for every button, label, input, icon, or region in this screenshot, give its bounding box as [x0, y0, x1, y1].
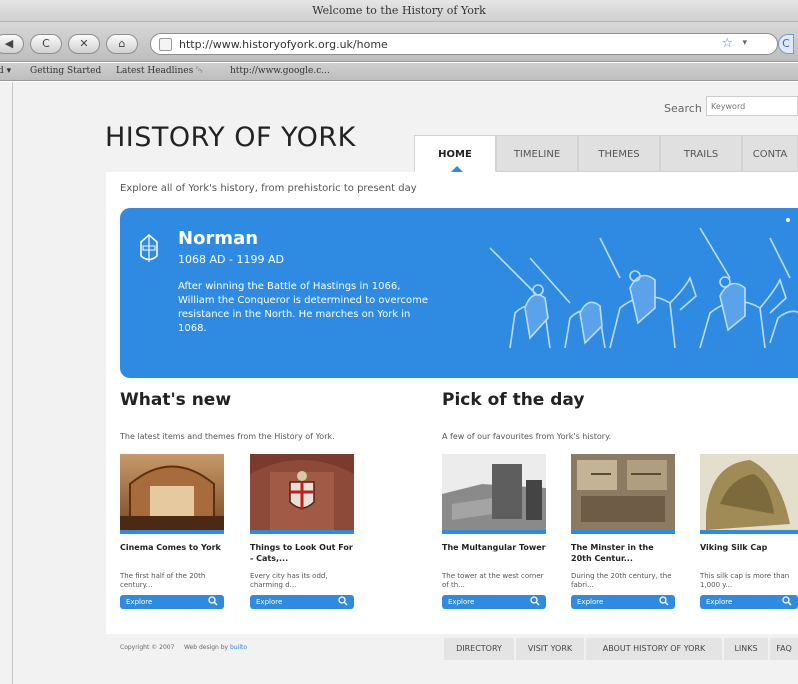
- explore-button[interactable]: Explore: [700, 595, 798, 609]
- stop-button[interactable]: ✕: [68, 34, 100, 54]
- search-engine-button[interactable]: C: [778, 34, 794, 54]
- helmet-icon: [140, 234, 158, 262]
- card-cinema[interactable]: Cinema Comes to York The first half of t…: [120, 454, 224, 609]
- search-input[interactable]: [706, 96, 798, 116]
- home-button[interactable]: ⌂: [106, 34, 138, 54]
- hero-era-title: Norman: [178, 228, 259, 249]
- card-title[interactable]: Viking Silk Cap: [700, 542, 798, 568]
- magnifier-icon: [782, 596, 792, 606]
- card-cats[interactable]: Things to Look Out For - Cats,... Every …: [250, 454, 354, 609]
- card-viking-silk-cap[interactable]: Viking Silk Cap This silk cap is more th…: [700, 454, 798, 609]
- whats-new-title: What's new: [120, 390, 232, 410]
- explore-label: Explore: [126, 598, 153, 606]
- thumbnail-accent-bar: [700, 530, 798, 534]
- pick-of-day-title: Pick of the day: [442, 390, 585, 410]
- web-design-text: Web design by: [183, 644, 229, 651]
- copyright-text: Copyright © 2007: [120, 644, 175, 651]
- chevron-down-icon[interactable]: ▾: [742, 38, 747, 48]
- browser-toolbar: ◀ C ✕ ⌂ http://www.historyofyork.org.uk/…: [0, 22, 798, 62]
- footer-link-visit-york[interactable]: VISIT YORK: [516, 638, 584, 660]
- tab-label: HOME: [438, 149, 472, 160]
- footer-link-about[interactable]: ABOUT HISTORY OF YORK: [586, 638, 722, 660]
- bookmark-star-icon[interactable]: ☆: [721, 36, 733, 51]
- hero-banner[interactable]: Norman 1068 AD - 1199 AD After winning t…: [120, 208, 798, 378]
- minster-image: [571, 454, 675, 530]
- window-edge-divider: [12, 82, 13, 684]
- hero-description: After winning the Battle of Hastings in …: [178, 281, 429, 334]
- explore-button[interactable]: Explore: [571, 595, 675, 609]
- card-title[interactable]: The Multangular Tower: [442, 542, 546, 568]
- window-titlebar: Welcome to the History of York: [0, 0, 798, 22]
- magnifier-icon: [208, 596, 218, 606]
- page-icon: [159, 38, 172, 51]
- thumbnail-accent-bar: [571, 530, 675, 534]
- card-minster[interactable]: The Minster in the 20th Centur... During…: [571, 454, 675, 609]
- card-description: The first half of the 20th century...: [120, 572, 206, 589]
- minster-thumbnail: [571, 454, 675, 530]
- crest-image: [250, 460, 354, 530]
- tab-contact[interactable]: CONTA: [742, 135, 798, 172]
- bookmarks-bar: d ▾ Getting Started Latest Headlines ␄ h…: [0, 63, 798, 81]
- thumbnail-accent-bar: [442, 530, 546, 534]
- card-description: This silk cap is more than 1,000 y...: [700, 572, 790, 589]
- tower-image: [442, 454, 546, 530]
- tab-themes[interactable]: THEMES: [578, 135, 660, 172]
- magnifier-icon: [659, 596, 669, 606]
- tab-trails[interactable]: TRAILS: [660, 135, 742, 172]
- cats-thumbnail: [250, 454, 354, 530]
- card-description: The tower at the west corner of th...: [442, 572, 544, 589]
- silk-cap-image: [700, 454, 798, 530]
- bookmark-google[interactable]: http://www.google.c...: [230, 66, 330, 76]
- cinema-image: [120, 465, 224, 530]
- site-logo[interactable]: HISTORY OF YORK: [105, 122, 356, 153]
- cinema-thumbnail: [120, 454, 224, 530]
- web-page: Search HISTORY OF YORK HOME TIMELINE THE…: [0, 82, 798, 684]
- tab-timeline[interactable]: TIMELINE: [496, 135, 578, 172]
- address-bar[interactable]: http://www.historyofyork.org.uk/home ☆ ▾: [150, 33, 778, 55]
- search-label: Search: [664, 102, 702, 115]
- bookmark-getting-started[interactable]: Getting Started: [30, 66, 101, 76]
- card-description: During the 20th century, the fabri...: [571, 572, 672, 589]
- card-title[interactable]: Things to Look Out For - Cats,...: [250, 542, 354, 568]
- footer-link-links[interactable]: LINKS: [724, 638, 768, 660]
- card-title[interactable]: The Minster in the 20th Centur...: [571, 542, 675, 568]
- explore-label: Explore: [577, 598, 604, 606]
- explore-label: Explore: [706, 598, 733, 606]
- thumbnail-accent-bar: [120, 530, 224, 534]
- copyright-line: Copyright © 2007 Web design by builto: [120, 644, 247, 651]
- explore-label: Explore: [448, 598, 475, 606]
- hero-dates: 1068 AD - 1199 AD: [178, 253, 284, 266]
- site-footer: Copyright © 2007 Web design by builto DI…: [0, 634, 798, 684]
- magnifier-icon: [530, 596, 540, 606]
- carousel-dot[interactable]: [786, 218, 790, 222]
- back-button[interactable]: ◀: [0, 34, 24, 54]
- window-title: Welcome to the History of York: [312, 4, 486, 17]
- card-description: Every city has its odd, charming d...: [250, 572, 328, 589]
- card-multangular-tower[interactable]: The Multangular Tower The tower at the w…: [442, 454, 546, 609]
- footer-link-faq[interactable]: FAQ: [770, 638, 798, 660]
- bookmark-item[interactable]: d ▾: [0, 66, 11, 76]
- bookmark-latest-headlines[interactable]: Latest Headlines ␄: [116, 66, 203, 76]
- explore-button[interactable]: Explore: [250, 595, 354, 609]
- explore-button[interactable]: Explore: [442, 595, 546, 609]
- main-content: Explore all of York's history, from preh…: [106, 172, 798, 634]
- card-title[interactable]: Cinema Comes to York: [120, 542, 224, 568]
- tab-home[interactable]: HOME: [414, 135, 496, 172]
- tagline: Explore all of York's history, from preh…: [120, 183, 417, 194]
- whats-new-subtitle: The latest items and themes from the His…: [120, 432, 335, 441]
- explore-label: Explore: [256, 598, 283, 606]
- explore-button[interactable]: Explore: [120, 595, 224, 609]
- norman-knights-illustration: [489, 227, 798, 349]
- magnifier-icon: [338, 596, 348, 606]
- designer-link[interactable]: builto: [230, 644, 247, 651]
- tower-thumbnail: [442, 454, 546, 530]
- url-text: http://www.historyofyork.org.uk/home: [179, 38, 388, 51]
- reload-button[interactable]: C: [30, 34, 62, 54]
- pick-of-day-subtitle: A few of our favourites from York's hist…: [442, 432, 612, 441]
- thumbnail-accent-bar: [250, 530, 354, 534]
- silk-cap-thumbnail: [700, 454, 798, 530]
- footer-link-directory[interactable]: DIRECTORY: [444, 638, 514, 660]
